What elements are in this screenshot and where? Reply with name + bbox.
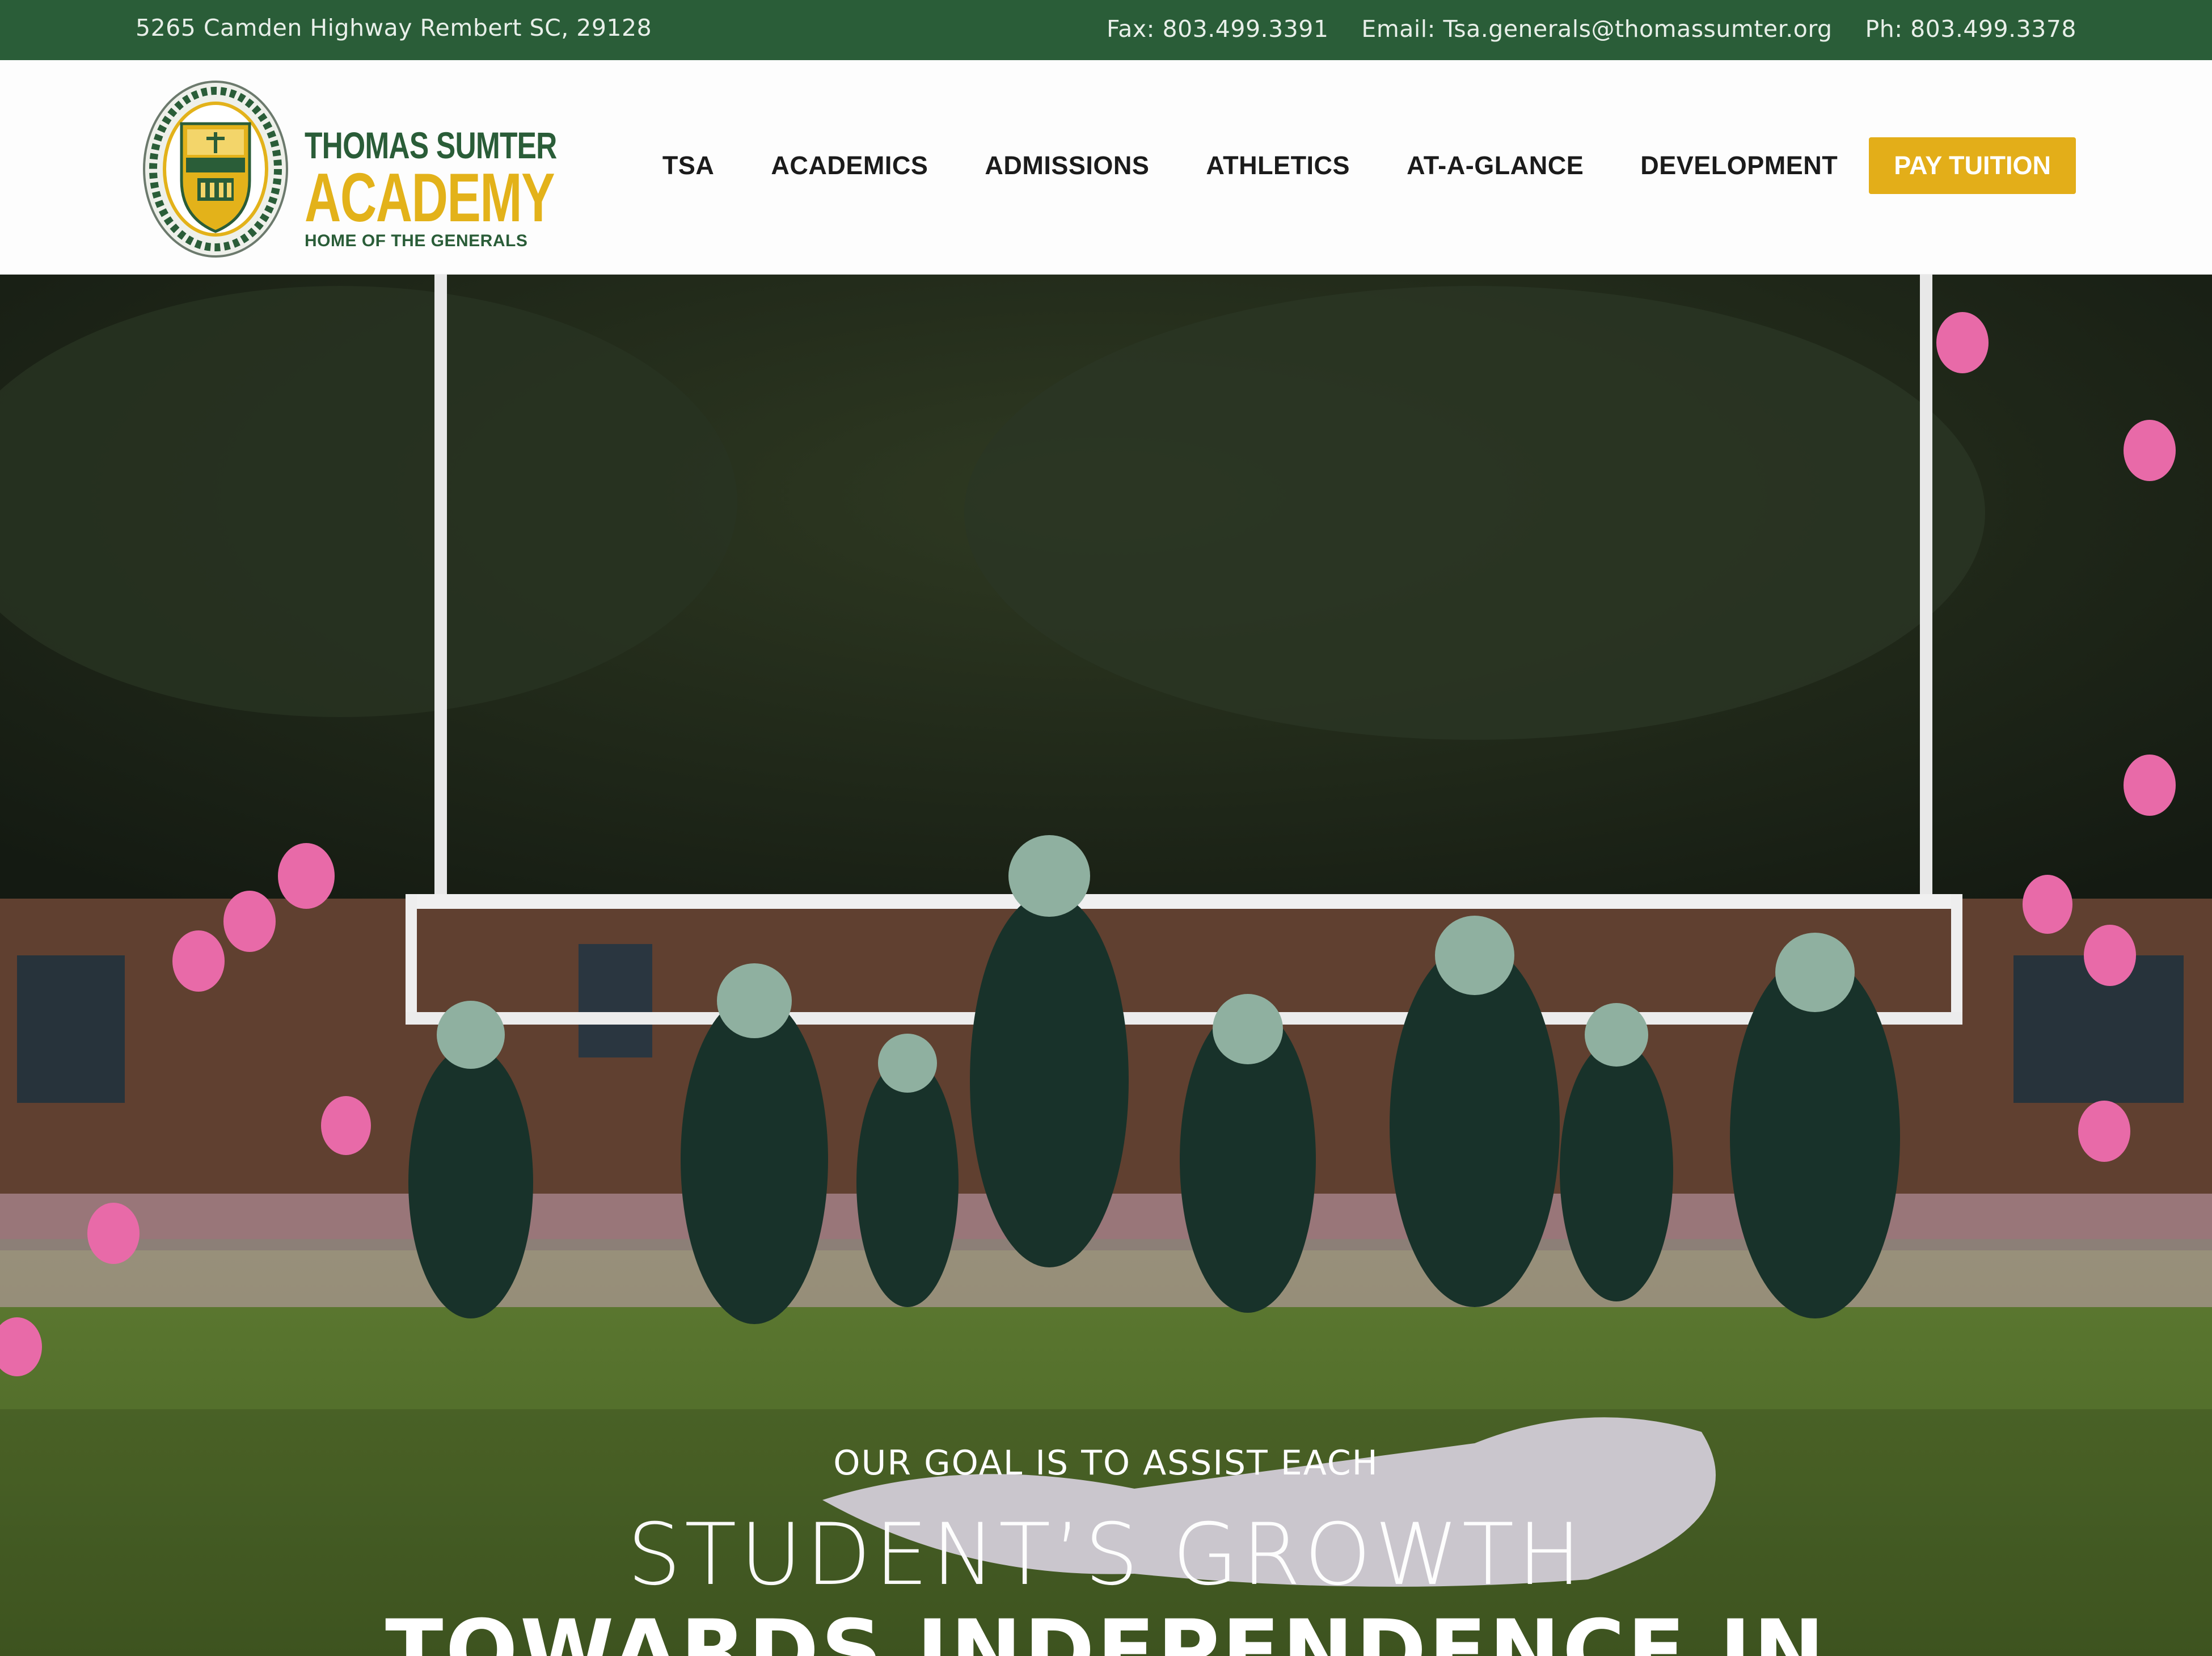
top-contact-bar: 5265 Camden Highway Rembert SC, 29128 Fa… (0, 0, 2212, 60)
nav-item-development[interactable]: DEVELOPMENT (1640, 151, 1838, 180)
hero-tagline-line-3: TOWARDS INDEPENDENCE IN (385, 1602, 1827, 1656)
hero-banner: OUR GOAL IS TO ASSIST EACH STUDENT’S GRO… (0, 275, 2212, 1656)
hero-tagline-line-1: OUR GOAL IS TO ASSIST EACH (833, 1443, 1379, 1483)
nav-item-tsa[interactable]: TSA (662, 151, 715, 180)
main-nav: TSA ACADEMICS ADMISSIONS ATHLETICS AT-A-… (662, 137, 2076, 194)
site-header: THOMAS SUMTER ACADEMY HOME OF THE GENERA… (0, 60, 2212, 275)
nav-item-admissions[interactable]: ADMISSIONS (985, 151, 1149, 180)
nav-item-academics[interactable]: ACADEMICS (771, 151, 928, 180)
contact-info: Fax: 803.499.3391 Email: Tsa.generals@th… (1107, 15, 2076, 43)
nav-item-athletics[interactable]: ATHLETICS (1206, 151, 1350, 180)
logo-line-2: ACADEMY (305, 159, 555, 236)
hero-tagline-line-2: STUDENT’S GROWTH (627, 1506, 1585, 1604)
email-link[interactable]: Email: Tsa.generals@thomassumter.org (1361, 15, 1832, 43)
school-seal-icon (143, 81, 288, 258)
pay-tuition-button[interactable]: PAY TUITION (1869, 137, 2076, 194)
school-address: 5265 Camden Highway Rembert SC, 29128 (136, 14, 652, 41)
nav-item-at-a-glance[interactable]: AT-A-GLANCE (1407, 151, 1584, 180)
phone-number[interactable]: Ph: 803.499.3378 (1865, 15, 2076, 43)
logo-wordmark: THOMAS SUMTER ACADEMY HOME OF THE GENERA… (305, 124, 647, 251)
site-logo[interactable]: THOMAS SUMTER ACADEMY HOME OF THE GENERA… (142, 78, 557, 260)
fax-number: Fax: 803.499.3391 (1106, 15, 1329, 43)
